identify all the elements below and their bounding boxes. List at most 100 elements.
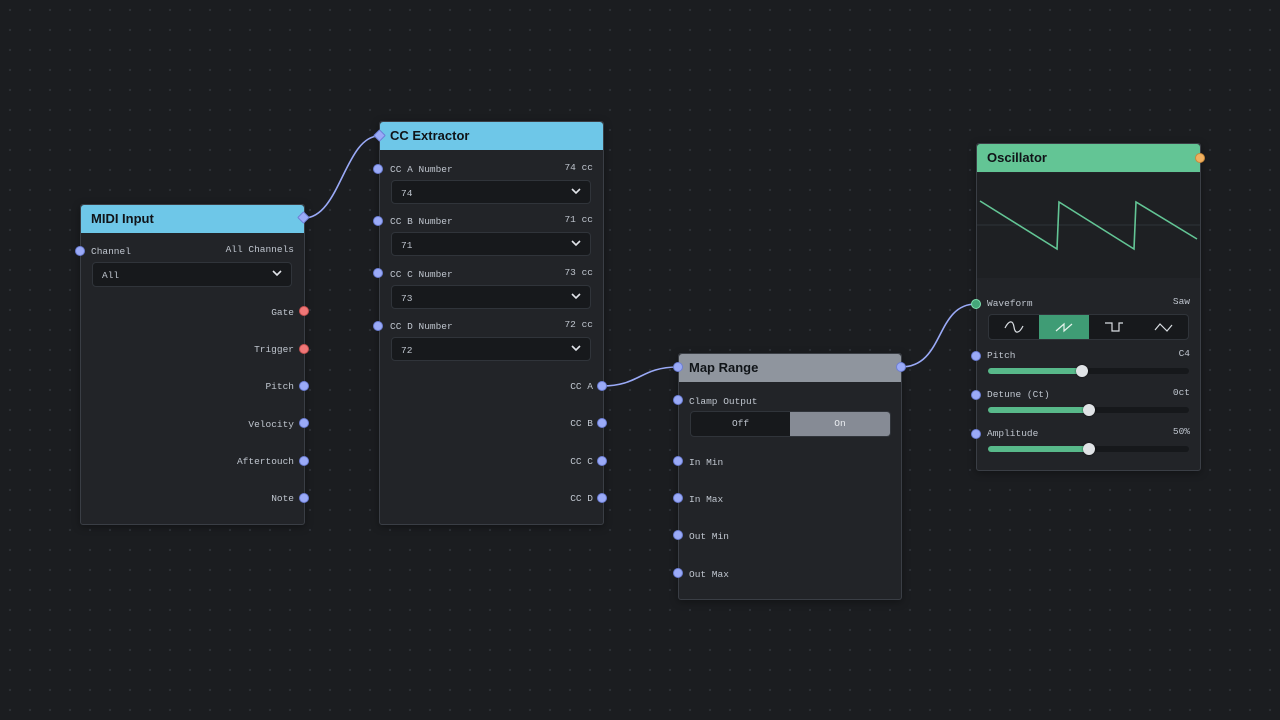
map-range-header[interactable]: Map Range [679,354,901,382]
oscillator-output-port[interactable] [1195,153,1205,163]
detune-slider[interactable] [988,404,1189,416]
cc-a-output-label: CC A [570,381,593,392]
map-range-node[interactable]: Map Range Clamp Output Off On In Min In … [678,353,902,600]
gate-output-label: Gate [271,307,294,318]
pitch-value: C4 [1178,348,1190,359]
trigger-output-port[interactable] [299,344,309,354]
out-max-port[interactable] [673,568,683,578]
waveform-option-square[interactable] [1089,315,1139,339]
cc-b-output-label: CC B [570,418,593,429]
cc-d-number-label: CC D Number [390,321,453,332]
velocity-output-port[interactable] [299,418,309,428]
cc-b-number-port[interactable] [373,216,383,226]
detune-slider-fill [988,407,1089,413]
waveform-selector[interactable] [988,314,1189,340]
in-min-port[interactable] [673,456,683,466]
waveform-input-port[interactable] [971,299,981,309]
pitch-slider[interactable] [988,365,1189,377]
detune-input-port[interactable] [971,390,981,400]
chevron-down-icon [571,345,581,352]
waveform-option-saw[interactable] [1039,315,1089,339]
amplitude-slider-thumb[interactable] [1083,443,1095,455]
pitch-label: Pitch [987,350,1016,361]
oscillator-header[interactable]: Oscillator [977,144,1200,172]
wire-cc-a-to-map-range [601,366,679,387]
midi-input-node[interactable]: MIDI Input Channel All Channels All Gate… [80,204,305,525]
cc-a-number-select[interactable]: 74 [391,180,591,204]
saw-wave-preview-graphic [977,200,1200,251]
cc-a-output-port[interactable] [597,381,607,391]
pitch-slider-fill [988,368,1082,374]
channel-input-port[interactable] [75,246,85,256]
square-wave-icon [1105,322,1123,332]
cc-b-output-port[interactable] [597,418,607,428]
cc-a-number-label: CC A Number [390,164,453,175]
waveform-preview [977,173,1200,278]
amplitude-value: 50% [1172,426,1190,437]
pitch-input-port[interactable] [971,351,981,361]
cc-c-output-port[interactable] [597,456,607,466]
clamp-output-toggle[interactable]: Off On [690,411,891,437]
out-max-label: Out Max [689,569,729,580]
gate-output-port[interactable] [299,306,309,316]
cc-d-number-select[interactable]: 72 [391,337,591,361]
saw-wave-icon [1055,322,1073,333]
chevron-down-icon [272,270,282,277]
amplitude-input-port[interactable] [971,429,981,439]
map-range-output-port[interactable] [896,362,906,372]
cc-extractor-title: CC Extractor [390,128,470,143]
in-min-label: In Min [689,457,724,468]
cc-extractor-header[interactable]: CC Extractor [380,122,603,150]
cc-d-select-value: 72 [401,345,413,356]
detune-slider-thumb[interactable] [1083,404,1095,416]
cc-c-output-label: CC C [570,456,593,467]
in-max-port[interactable] [673,493,683,503]
sine-wave-icon [1004,321,1024,333]
trigger-output-label: Trigger [254,344,294,355]
amplitude-slider[interactable] [988,443,1189,455]
midi-input-header[interactable]: MIDI Input [81,205,304,233]
channel-select[interactable]: All [92,262,292,287]
cc-extractor-node[interactable]: CC Extractor CC A Number 74 cc 74 CC B N… [379,121,604,525]
cc-a-number-port[interactable] [373,164,383,174]
clamp-off-option[interactable]: Off [691,412,790,436]
channel-select-value: All [102,270,120,281]
clamp-output-port[interactable] [673,395,683,405]
cc-c-number-value: 73 cc [564,267,593,278]
cc-a-number-value: 74 cc [564,162,593,173]
aftertouch-output-port[interactable] [299,456,309,466]
out-min-port[interactable] [673,530,683,540]
oscillator-node[interactable]: Oscillator Waveform Saw Pitch C4 Detune … [976,143,1201,471]
detune-value: 0ct [1172,387,1190,398]
cc-c-number-select[interactable]: 73 [391,285,591,309]
waveform-option-triangle[interactable] [1139,315,1188,339]
pitch-output-label: Pitch [265,381,294,392]
map-range-title: Map Range [689,360,759,375]
detune-label: Detune (Ct) [987,389,1050,400]
cc-d-number-port[interactable] [373,321,383,331]
cc-b-select-value: 71 [401,240,413,251]
waveform-option-sine[interactable] [989,315,1039,339]
cc-c-number-port[interactable] [373,268,383,278]
amplitude-label: Amplitude [987,428,1039,439]
cc-b-number-select[interactable]: 71 [391,232,591,256]
triangle-wave-icon [1154,323,1172,332]
velocity-output-label: Velocity [248,419,294,430]
aftertouch-output-label: Aftertouch [236,456,294,467]
pitch-output-port[interactable] [299,381,309,391]
cc-b-number-value: 71 cc [564,214,593,225]
clamp-on-option[interactable]: On [790,412,890,436]
channel-label: Channel [91,246,131,257]
note-output-port[interactable] [299,493,309,503]
pitch-slider-thumb[interactable] [1076,365,1088,377]
cc-d-number-value: 72 cc [564,319,593,330]
chevron-down-icon [571,188,581,195]
oscillator-title: Oscillator [987,150,1047,165]
out-min-label: Out Min [689,531,729,542]
cc-c-select-value: 73 [401,293,413,304]
cc-d-output-port[interactable] [597,493,607,503]
note-output-label: Note [271,493,294,504]
map-range-input-port[interactable] [673,362,683,372]
clamp-output-label: Clamp Output [689,396,758,407]
cc-a-select-value: 74 [401,188,413,199]
